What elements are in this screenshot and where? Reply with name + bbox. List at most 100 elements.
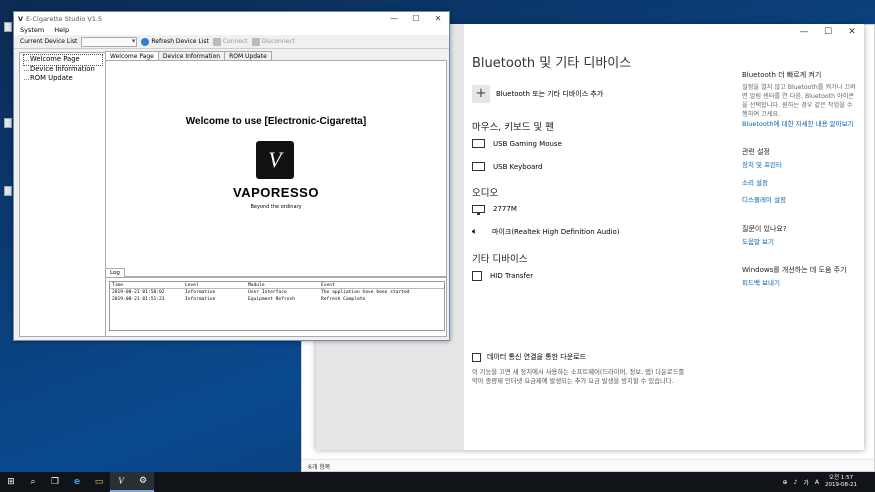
app-logo-icon: V [18,14,24,23]
file-explorer-button[interactable]: ▭ [88,472,110,492]
log-module: User Interface [248,290,287,295]
device-item[interactable]: USB Keyboard [472,162,752,171]
refresh-icon [141,37,150,46]
tree-item-device-information[interactable]: Device Information [24,65,102,75]
send-feedback-link[interactable]: 피드백 보내기 [742,279,858,288]
vaporesso-logo-icon: V [256,141,294,179]
section-heading-input-devices: 마우스, 키보드 및 펜 [472,122,554,133]
volume-icon[interactable]: ♪ [794,479,798,486]
clock-date: 2019-08-21 [825,482,857,488]
section-heading-audio: 오디오 [472,188,499,199]
devices-printers-link[interactable]: 장치 및 프린터 [742,161,858,170]
help-heading: 질문이 있나요? [742,224,787,233]
menu-system[interactable]: System [20,26,44,34]
desktop-file-icon[interactable] [4,186,12,196]
disconnect-icon [251,37,260,46]
metered-description: 이 기능을 끄면 새 장치에서 사용하는 소프트웨어(드라이버, 정보, 앱) … [472,369,685,386]
task-view-button[interactable]: ❐ [44,472,66,492]
log-table: Time Level Module Event 2019-08-21 01:58… [109,281,445,331]
settings-caption-buttons: — ☐ ✕ [792,24,864,40]
connect-button[interactable]: Connect [212,37,248,46]
app-title-bar[interactable]: V E-Cigarette Studio V1.5 — ☐ ✕ [14,12,449,25]
toolbar: Current Device List Refresh Device List … [14,35,449,49]
get-help-link[interactable]: 도움말 보기 [742,238,858,247]
connect-label: Connect [222,38,248,45]
metered-download-checkbox[interactable]: 데이터 통신 연결을 통한 다운로드 [472,352,692,362]
edge-button[interactable]: e [66,472,88,492]
log-module: Equipment Refresh [248,297,296,302]
ecig-studio-window: V E-Cigarette Studio V1.5 — ☐ ✕ System H… [13,11,450,341]
add-device-button[interactable]: + Bluetooth 또는 기타 디바이스 추가 [472,85,752,103]
tree-item-welcome-page[interactable]: Welcome Page [23,54,103,66]
related-settings-heading: 관련 설정 [742,148,770,157]
plus-icon: + [472,85,490,103]
welcome-panel: Welcome to use [Electronic-Cigaretta] V … [105,60,447,277]
log-col-time[interactable]: Time [110,282,183,288]
clock[interactable]: 오전 1:57 2019-08-21 [825,475,857,489]
sound-settings-link[interactable]: 소리 설정 [742,179,858,188]
checkbox-icon [472,352,481,362]
menu-bar: System Help [14,25,449,35]
minimize-button[interactable]: — [792,24,816,40]
log-event: The appliation have been started [321,290,410,295]
explorer-status-bar: 6개 항목 [302,459,874,471]
close-button[interactable]: ✕ [427,14,449,23]
device-item[interactable]: HID Transfer [472,271,752,281]
device-name: USB Gaming Mouse [493,139,562,148]
page-title: Bluetooth 및 기타 디바이스 [472,56,632,71]
maximize-button[interactable]: ☐ [405,14,427,23]
log-header-row: Time Level Module Event [110,282,444,289]
log-col-event[interactable]: Event [319,282,444,288]
device-name: USB Keyboard [493,162,543,171]
maximize-button[interactable]: ☐ [816,24,840,40]
tab-log[interactable]: Log [105,268,125,277]
log-panel: Time Level Module Event 2019-08-21 01:58… [105,277,447,337]
menu-help[interactable]: Help [54,26,69,34]
device-list-label: Current Device List [20,38,78,45]
brand-name: VAPORESSO [233,185,319,200]
device-name: 마이크(Realtek High Definition Audio) [492,228,620,236]
monitor-icon [472,205,485,215]
log-level: Information [185,290,216,295]
log-row[interactable]: 2019-08-21 01:51:23 Information Equipmen… [110,296,444,303]
language-indicator[interactable]: A [815,479,819,486]
vaporesso-app-button[interactable]: V [110,472,132,492]
hid-device-icon [472,271,482,281]
start-button[interactable]: ⊞ [0,472,22,492]
log-col-level[interactable]: Level [183,282,246,288]
taskbar: ⊞ ⌕ ❐ e ▭ V ⚙ ⊕ ♪ 가 A 오전 1:57 2019-08-21 [0,472,875,492]
log-time: 2019-08-21 01:58:02 [112,290,165,295]
speaker-icon: 🔈︎ [472,226,478,237]
device-item[interactable]: USB Gaming Mouse [472,139,752,148]
desktop-file-icon[interactable] [4,118,12,128]
log-row[interactable]: 2019-08-21 01:58:02 Information User Int… [110,289,444,296]
metered-download-label: 데이터 통신 연결을 통한 다운로드 [487,353,587,361]
bluetooth-learn-more-link[interactable]: Bluetooth에 대한 자세한 내용 알아보기 [742,120,858,129]
brand-tagline: Beyond the ordinary [250,204,302,210]
system-tray: ⊕ ♪ 가 A 오전 1:57 2019-08-21 [783,475,875,489]
log-level: Information [185,297,216,302]
device-item[interactable]: 🔈︎ 마이크(Realtek High Definition Audio) [472,227,752,237]
close-button[interactable]: ✕ [840,24,864,40]
desktop-file-icon[interactable] [4,22,12,32]
display-settings-link[interactable]: 디스플레이 설정 [742,196,858,205]
tree-item-rom-update[interactable]: ROM Update [24,74,102,84]
device-list-dropdown[interactable] [81,36,138,47]
ime-mode-icon[interactable]: 가 [803,478,809,487]
disconnect-label: Disconnect [261,38,295,45]
refresh-device-list-button[interactable]: Refresh Device List [141,37,209,46]
refresh-label: Refresh Device List [151,38,209,45]
connect-icon [212,37,221,46]
improve-windows-heading: Windows를 개선하는 데 도움 주기 [742,266,847,275]
keyboard-icon [472,139,485,148]
device-item[interactable]: 2777M [472,205,752,215]
navigation-tree: Welcome Page Device Information ROM Upda… [19,52,107,337]
keyboard-icon [472,162,485,171]
search-button[interactable]: ⌕ [22,472,44,492]
log-col-module[interactable]: Module [246,282,319,288]
section-heading-other-devices: 기타 디바이스 [472,254,528,265]
minimize-button[interactable]: — [383,14,405,23]
settings-app-button[interactable]: ⚙ [132,472,154,492]
disconnect-button[interactable]: Disconnect [251,37,295,46]
network-icon[interactable]: ⊕ [783,479,788,486]
